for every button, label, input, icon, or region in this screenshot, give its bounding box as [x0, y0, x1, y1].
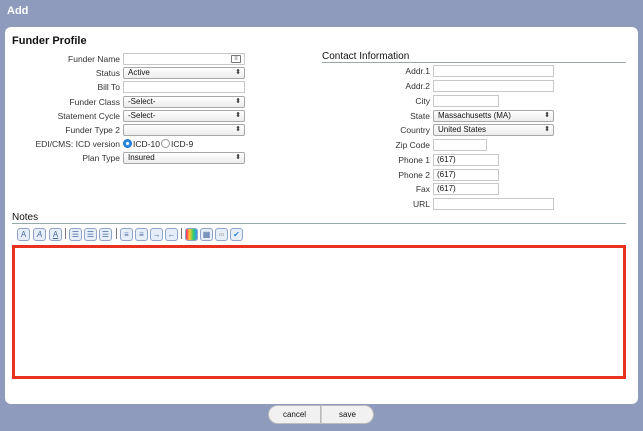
zip-label: Zip Code: [395, 140, 431, 150]
chevron-updown-icon: ⬍: [235, 98, 241, 105]
font-bold-icon[interactable]: A: [17, 228, 30, 241]
bullet-list-icon[interactable]: ≡: [120, 228, 133, 241]
chevron-updown-icon: ⬍: [235, 154, 241, 161]
plan-type-select[interactable]: Insured ⬍: [123, 152, 245, 164]
indent-icon[interactable]: →: [150, 228, 163, 241]
funder-name-input[interactable]: [123, 53, 245, 65]
state-select[interactable]: Massachusetts (MA) ⬍: [433, 110, 554, 122]
plan-type-value: Insured: [128, 153, 155, 162]
city-label: City: [415, 96, 430, 106]
contact-info-heading: Contact Information: [322, 51, 410, 62]
notes-divider: [12, 223, 626, 224]
outdent-icon[interactable]: ←: [165, 228, 178, 241]
contact-card-icon[interactable]: ≡: [231, 55, 241, 63]
plan-type-label: Plan Type: [82, 153, 120, 163]
funder-class-label: Funder Class: [69, 97, 120, 107]
statement-cycle-select[interactable]: -Select- ⬍: [123, 110, 245, 122]
phone1-label: Phone 1: [398, 155, 430, 165]
state-value: Massachusetts (MA): [438, 111, 511, 120]
align-center-icon[interactable]: ☰: [84, 228, 97, 241]
funder-class-select[interactable]: -Select- ⬍: [123, 96, 245, 108]
status-select[interactable]: Active ⬍: [123, 67, 245, 79]
addr1-label: Addr.1: [405, 66, 430, 76]
funder-name-label: Funder Name: [68, 54, 120, 64]
notes-heading: Notes: [12, 212, 39, 223]
chevron-updown-icon: ⬍: [235, 69, 241, 76]
phone1-input[interactable]: (617): [433, 154, 499, 166]
url-label: URL: [412, 199, 430, 209]
country-value: United States: [438, 125, 487, 134]
align-right-icon[interactable]: ☰: [99, 228, 112, 241]
align-left-icon[interactable]: ☰: [69, 228, 82, 241]
country-select[interactable]: United States ⬍: [433, 124, 554, 136]
chevron-updown-icon: ⬍: [544, 112, 550, 119]
icd-10-label: ICD-10: [133, 139, 160, 149]
toolbar-separator: [181, 228, 182, 239]
font-underline-icon[interactable]: A: [49, 228, 62, 241]
state-label: State: [410, 111, 430, 121]
icd-9-label: ICD-9: [171, 139, 194, 149]
addr2-label: Addr.2: [405, 81, 430, 91]
funder-class-value: -Select-: [128, 97, 156, 106]
icd-10-radio[interactable]: [123, 139, 132, 148]
funder-profile-heading: Funder Profile: [12, 35, 87, 47]
chevron-updown-icon: ⬍: [544, 126, 550, 133]
window-title: Add: [7, 5, 29, 17]
link-icon[interactable]: ∞: [215, 228, 228, 241]
spellcheck-icon[interactable]: ✔: [230, 228, 243, 241]
url-input[interactable]: [433, 198, 554, 210]
window-titlebar: Add: [0, 0, 643, 25]
save-button[interactable]: save: [321, 405, 374, 424]
font-italic-icon[interactable]: A: [33, 228, 46, 241]
city-input[interactable]: [433, 95, 499, 107]
icd-9-radio[interactable]: [161, 139, 170, 148]
toolbar-separator: [116, 228, 117, 239]
chevron-updown-icon: ⬍: [235, 112, 241, 119]
toolbar-separator: [65, 228, 66, 239]
addr2-input[interactable]: [433, 80, 554, 92]
fax-label: Fax: [415, 184, 430, 194]
chevron-updown-icon: ⬍: [235, 126, 241, 133]
numbered-list-icon[interactable]: ≡: [135, 228, 148, 241]
table-icon[interactable]: ▦: [200, 228, 213, 241]
fax-input[interactable]: (617): [433, 183, 499, 195]
bill-to-label: Bill To: [97, 82, 120, 92]
notes-editor[interactable]: [12, 245, 626, 379]
phone2-input[interactable]: (617): [433, 169, 499, 181]
icd-version-label: EDI/CMS: ICD version: [35, 139, 120, 149]
bill-to-input[interactable]: [123, 81, 245, 93]
contact-divider: [322, 62, 626, 63]
statement-cycle-value: -Select-: [128, 111, 156, 120]
status-label: Status: [95, 68, 120, 78]
phone2-label: Phone 2: [398, 170, 430, 180]
zip-input[interactable]: [433, 139, 487, 151]
statement-cycle-label: Statement Cycle: [57, 111, 120, 121]
cancel-button[interactable]: cancel: [268, 405, 321, 424]
color-picker-icon[interactable]: [185, 228, 198, 241]
funder-type-2-label: Funder Type 2: [65, 125, 120, 135]
addr1-input[interactable]: [433, 65, 554, 77]
country-label: Country: [400, 125, 430, 135]
status-value: Active: [128, 68, 150, 77]
funder-type-2-select[interactable]: ⬍: [123, 124, 245, 136]
